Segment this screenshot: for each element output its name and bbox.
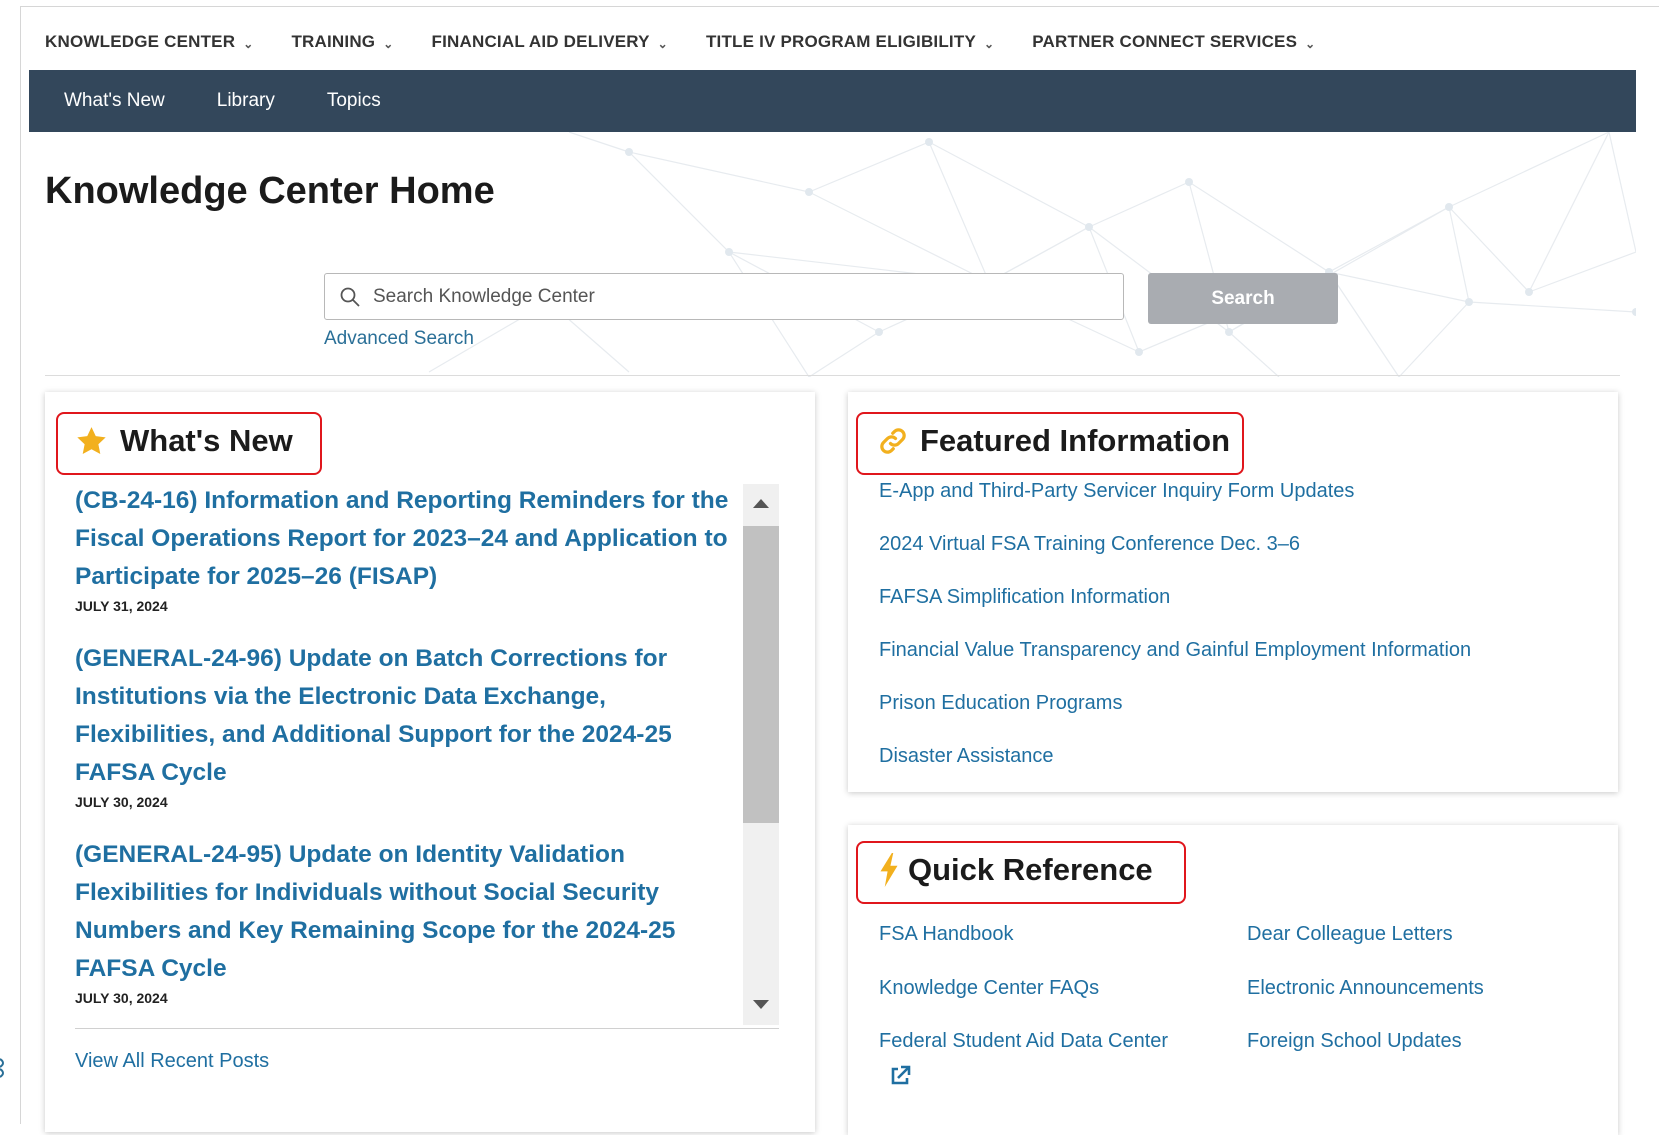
advanced-search-link[interactable]: Advanced Search	[324, 328, 474, 350]
featured-link[interactable]: Prison Education Programs	[879, 692, 1471, 745]
sub-navigation: What's New Library Topics	[29, 70, 1636, 132]
quick-reference-card: Quick Reference FSA Handbook Dear Collea…	[848, 825, 1618, 1135]
news-list[interactable]: (CB-24-16) Information and Reporting Rem…	[75, 482, 747, 1032]
topnav-financial-aid-delivery[interactable]: FINANCIAL AID DELIVERY ⌄	[432, 28, 668, 56]
search-icon	[340, 287, 360, 307]
left-border	[20, 6, 21, 1124]
whats-new-card: What's New (CB-24-16) Information and Re…	[45, 392, 815, 1132]
subnav-library[interactable]: Library	[217, 90, 275, 112]
chevron-down-icon: ⌄	[383, 37, 394, 51]
news-item-link[interactable]: (GENERAL-24-96) Update on Batch Correcti…	[75, 640, 747, 792]
page-title: Knowledge Center Home	[45, 170, 495, 212]
page-frame: KNOWLEDGE CENTER ⌄ TRAINING ⌄ FINANCIAL …	[0, 0, 1659, 1135]
external-link-icon[interactable]	[889, 1065, 911, 1087]
featured-links-list: E-App and Third-Party Servicer Inquiry F…	[879, 480, 1471, 798]
quick-reference-heading: Quick Reference	[878, 852, 1153, 888]
edge-decoration	[0, 1058, 4, 1078]
quick-link-electronic-announcements[interactable]: Electronic Announcements	[1247, 977, 1484, 1000]
link-icon	[880, 428, 906, 454]
news-item-date: JULY 31, 2024	[75, 598, 168, 614]
topnav-label: FINANCIAL AID DELIVERY	[431, 32, 650, 51]
news-item: (GENERAL-24-96) Update on Batch Correcti…	[75, 640, 747, 810]
topnav-label: TITLE IV PROGRAM ELIGIBILITY	[705, 32, 976, 51]
hero-divider	[45, 375, 1620, 376]
featured-link[interactable]: Disaster Assistance	[879, 745, 1471, 798]
featured-link[interactable]: FAFSA Simplification Information	[879, 586, 1471, 639]
featured-link[interactable]: E-App and Third-Party Servicer Inquiry F…	[879, 480, 1471, 533]
featured-heading: Featured Information	[878, 423, 1230, 459]
featured-link[interactable]: Financial Value Transparency and Gainful…	[879, 639, 1471, 692]
quick-link-dear-colleague-letters[interactable]: Dear Colleague Letters	[1247, 923, 1453, 946]
news-item-date: JULY 30, 2024	[75, 794, 168, 810]
triangle-down-icon	[753, 1000, 769, 1009]
news-scrollbar[interactable]	[743, 484, 779, 1025]
lightning-bolt-icon	[880, 853, 898, 887]
topnav-partner-connect-services[interactable]: PARTNER CONNECT SERVICES ⌄	[1032, 28, 1315, 56]
quick-link-foreign-school-updates[interactable]: Foreign School Updates	[1247, 1030, 1462, 1053]
star-icon	[77, 426, 106, 454]
search-field[interactable]	[324, 273, 1124, 320]
quick-link-fsa-data-center[interactable]: Federal Student Aid Data Center	[879, 1030, 1168, 1053]
featured-link[interactable]: 2024 Virtual FSA Training Conference Dec…	[879, 533, 1471, 586]
scroll-up-arrow[interactable]	[743, 488, 779, 518]
subnav-whats-new[interactable]: What's New	[64, 90, 165, 112]
news-item-link[interactable]: (GENERAL-24-95) Update on Identity Valid…	[75, 836, 747, 988]
news-item: (CB-24-16) Information and Reporting Rem…	[75, 482, 747, 614]
quick-link-fsa-handbook[interactable]: FSA Handbook	[879, 923, 1014, 946]
search-button[interactable]: Search	[1148, 273, 1338, 324]
triangle-up-icon	[753, 499, 769, 508]
topnav-title-iv-program-eligibility[interactable]: TITLE IV PROGRAM ELIGIBILITY ⌄	[706, 28, 994, 56]
quick-link-knowledge-center-faqs[interactable]: Knowledge Center FAQs	[879, 977, 1099, 1000]
featured-title: Featured Information	[920, 423, 1231, 458]
whats-new-heading: What's New	[75, 423, 293, 459]
chevron-down-icon: ⌄	[1305, 37, 1316, 51]
search-input[interactable]	[371, 284, 1095, 309]
chevron-down-icon: ⌄	[983, 37, 995, 51]
scroll-down-arrow[interactable]	[743, 990, 779, 1020]
subnav-topics[interactable]: Topics	[327, 90, 381, 112]
scrollbar-thumb[interactable]	[743, 526, 779, 823]
topnav-training[interactable]: TRAINING ⌄	[291, 28, 393, 56]
network-pattern	[428, 132, 1636, 377]
top-border	[20, 6, 1659, 7]
featured-information-card: Featured Information E-App and Third-Par…	[848, 392, 1618, 792]
quick-reference-title: Quick Reference	[908, 852, 1153, 887]
whats-new-title: What's New	[120, 423, 293, 458]
topnav-label: TRAINING	[291, 32, 376, 51]
news-item: (GENERAL-24-95) Update on Identity Valid…	[75, 836, 747, 1006]
top-navigation: KNOWLEDGE CENTER ⌄ TRAINING ⌄ FINANCIAL …	[45, 28, 1353, 56]
topnav-label: PARTNER CONNECT SERVICES	[1032, 32, 1298, 51]
chevron-down-icon: ⌄	[657, 37, 668, 51]
news-item-date: JULY 30, 2024	[75, 990, 168, 1006]
hero-background-pattern	[29, 132, 1636, 377]
chevron-down-icon: ⌄	[243, 37, 254, 51]
news-item-link[interactable]: (CB-24-16) Information and Reporting Rem…	[75, 482, 747, 596]
view-all-recent-posts-link[interactable]: View All Recent Posts	[75, 1050, 269, 1073]
topnav-label: KNOWLEDGE CENTER	[45, 32, 236, 51]
topnav-knowledge-center[interactable]: KNOWLEDGE CENTER ⌄	[45, 28, 253, 56]
news-divider	[75, 1028, 779, 1029]
